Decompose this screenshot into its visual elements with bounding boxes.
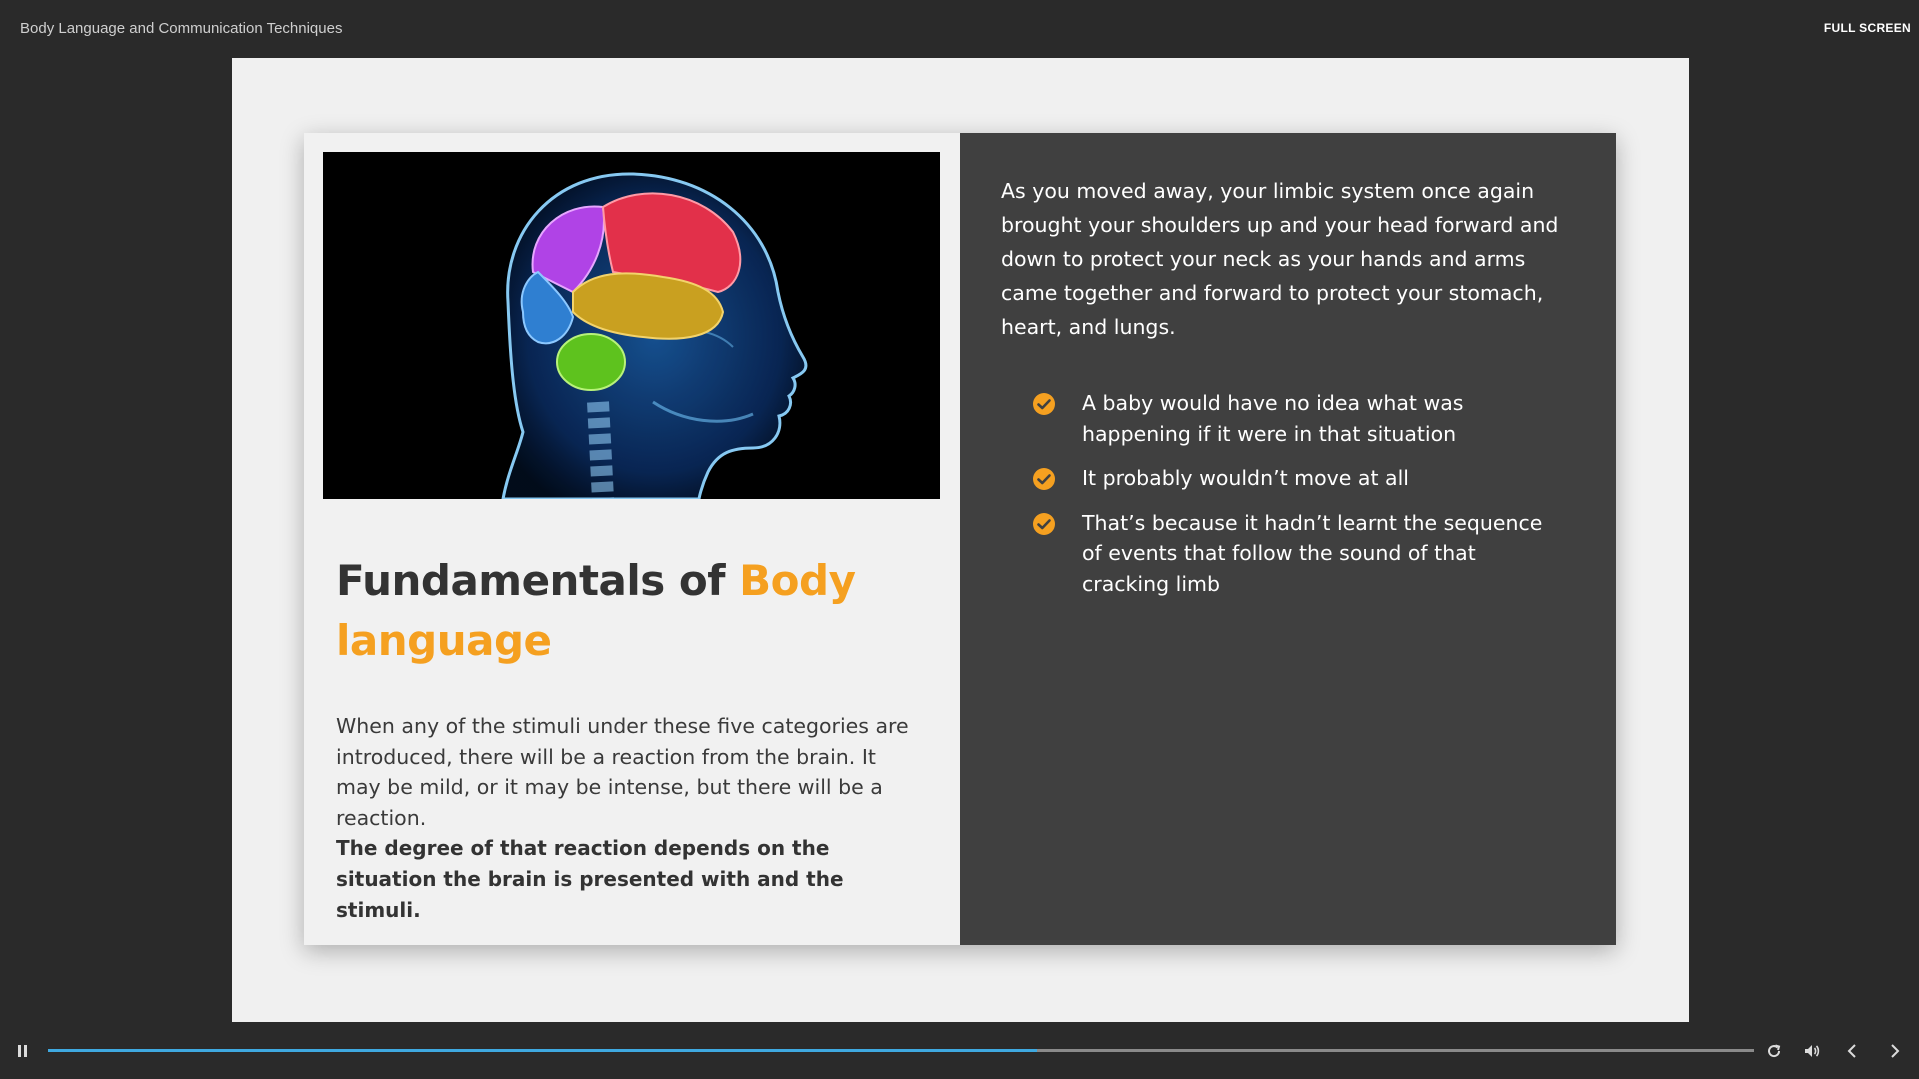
chevron-right-icon: [1891, 1044, 1900, 1058]
bullet-text: It probably wouldn’t move at all: [1082, 466, 1409, 490]
brain-head-image: [323, 152, 940, 499]
course-title: Body Language and Communication Techniqu…: [20, 20, 343, 37]
next-button[interactable]: [1883, 1039, 1907, 1063]
pause-button[interactable]: [11, 1039, 35, 1063]
top-bar: Body Language and Communication Techniqu…: [0, 0, 1919, 58]
list-item: That’s because it hadn’t learnt the sequ…: [1032, 508, 1562, 600]
replay-button[interactable]: [1762, 1039, 1786, 1063]
slide-title: Fundamentals of Body language: [336, 551, 926, 671]
bold-paragraph: The degree of that reaction depends on t…: [336, 836, 844, 922]
slide-left-panel: Fundamentals of Body language When any o…: [304, 133, 960, 945]
check-circle-icon: [1032, 512, 1056, 536]
volume-icon: [1805, 1045, 1820, 1057]
slide-title-main: Fundamentals of: [336, 556, 740, 605]
check-circle-icon: [1032, 392, 1056, 416]
slide-right-panel: As you moved away, your limbic system on…: [960, 133, 1616, 945]
check-circle-icon: [1032, 467, 1056, 491]
pause-icon: [18, 1045, 27, 1057]
slide-card: Fundamentals of Body language When any o…: [304, 133, 1616, 945]
bullet-text: That’s because it hadn’t learnt the sequ…: [1082, 510, 1543, 596]
fullscreen-button[interactable]: FULL SCREEN: [1824, 21, 1911, 35]
player-controls: [0, 1022, 1919, 1079]
bullet-text: A baby would have no idea what was happe…: [1082, 391, 1464, 446]
right-paragraph: As you moved away, your limbic system on…: [1001, 179, 1559, 339]
chevron-left-icon: [1847, 1044, 1856, 1058]
slide-stage: Fundamentals of Body language When any o…: [232, 58, 1689, 1022]
progress-bar[interactable]: [48, 1049, 1754, 1052]
list-item: It probably wouldn’t move at all: [1032, 463, 1562, 494]
replay-icon: [1768, 1044, 1781, 1058]
body-paragraph: When any of the stimuli under these five…: [336, 714, 909, 830]
volume-button[interactable]: [1800, 1039, 1824, 1063]
list-item: A baby would have no idea what was happe…: [1032, 388, 1562, 449]
progress-fill: [48, 1049, 1038, 1052]
bullet-list: A baby would have no idea what was happe…: [1032, 388, 1562, 613]
previous-button[interactable]: [1840, 1039, 1864, 1063]
